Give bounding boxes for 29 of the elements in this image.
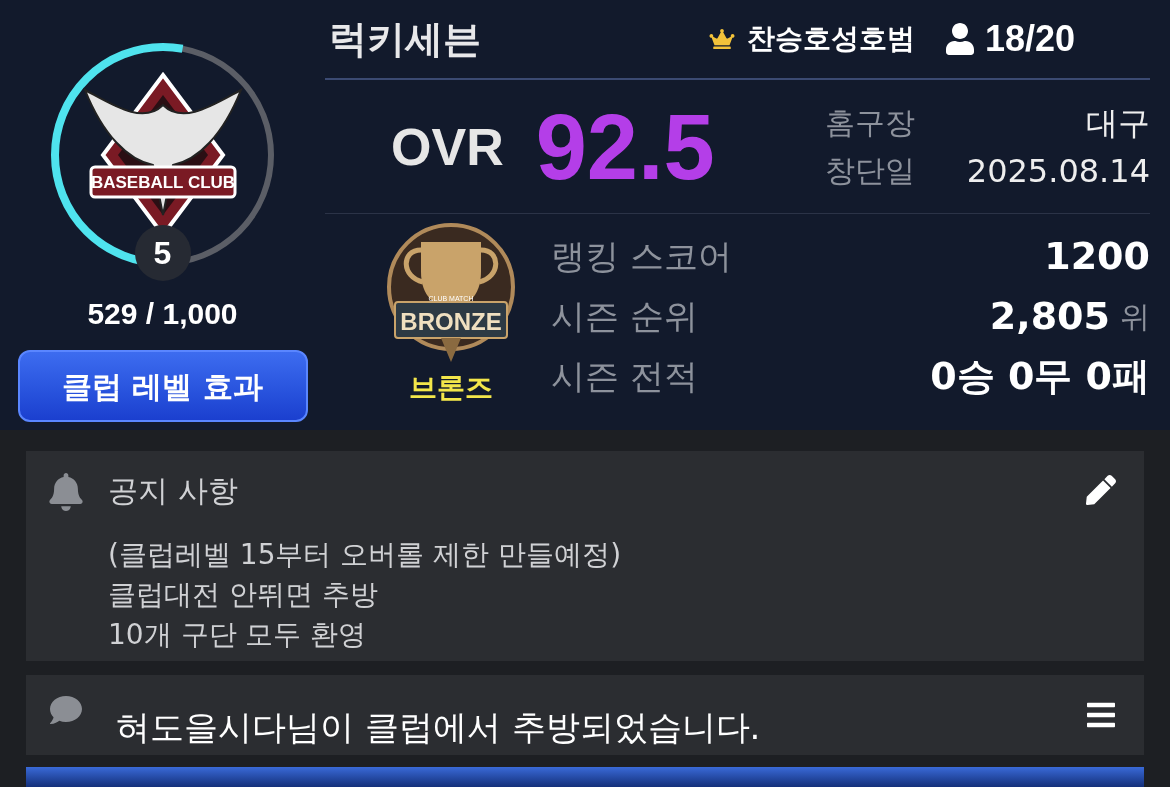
chat-bubble-icon (48, 694, 84, 726)
stat-value: 1200 (1044, 232, 1150, 280)
ovr-value: 92.5 (535, 94, 715, 200)
chat-message: 혀도을시다님이 클럽에서 추방되었습니다. (116, 706, 761, 749)
club-leader: 찬승호성호범 (746, 21, 915, 57)
person-icon (944, 23, 975, 55)
info-label: 홈구장 (825, 104, 915, 142)
info-value: 대구 (1086, 102, 1150, 144)
experience-text: 529 / 1,000 (87, 296, 238, 332)
club-level-effect-button[interactable]: 클럽 레벨 효과 (17, 350, 308, 422)
stat-unit: 위 (1120, 297, 1150, 336)
crown-icon (708, 29, 735, 49)
member-count: 18/20 (984, 17, 1075, 61)
notice-line: 10개 구단 모두 환영 (108, 617, 368, 653)
info-label: 창단일 (825, 152, 915, 190)
edit-button[interactable] (1086, 475, 1116, 505)
info-value: 2025.08.14 (966, 150, 1150, 192)
stat-value: 0승 0무 0패 (930, 352, 1150, 400)
notice-line: (클럽레벨 15부터 오버롤 제한 만들예정) (108, 537, 622, 573)
notice-title: 공지 사항 (108, 472, 239, 510)
ovr-label: OVR (391, 116, 504, 178)
club-name: 럭키세븐 (328, 15, 481, 63)
stat-label: 시즌 순위 (551, 294, 698, 338)
stat-value: 2,805 (989, 292, 1110, 340)
stat-label: 랭킹 스코어 (551, 234, 732, 278)
notice-line: 클럽대전 안뛰면 추방 (108, 577, 379, 613)
tier-name: 브론즈 (409, 370, 493, 406)
bell-icon (48, 473, 84, 511)
stat-label: 시즌 전적 (551, 354, 698, 398)
